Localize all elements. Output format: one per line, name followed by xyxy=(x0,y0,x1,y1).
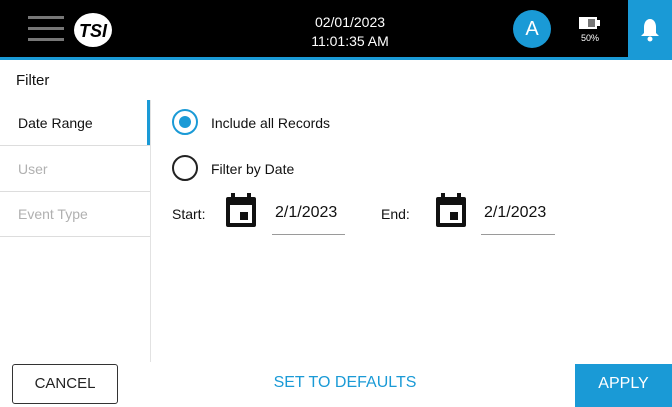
end-date-field[interactable]: 2/1/2023 xyxy=(484,204,546,222)
filter-by-date-label: Filter by Date xyxy=(211,161,295,177)
date-text: 02/01/2023 xyxy=(314,14,386,30)
battery-percent: 50% xyxy=(580,33,599,43)
include-all-label: Include all Records xyxy=(211,115,331,131)
sidebar-divider xyxy=(150,100,151,362)
divider xyxy=(0,236,150,237)
sidebar-item-user[interactable]: User xyxy=(0,146,150,192)
start-date-label: Start: xyxy=(172,206,206,222)
tsi-logo-icon: TSI xyxy=(74,13,112,47)
set-to-defaults-button[interactable]: SET TO DEFAULTS xyxy=(235,374,455,392)
header-accent-line xyxy=(0,57,672,60)
filter-by-date-radio[interactable] xyxy=(172,155,198,181)
notification-bell-icon xyxy=(641,19,659,42)
end-calendar-icon[interactable] xyxy=(434,193,468,229)
include-all-radio[interactable] xyxy=(172,109,198,135)
sidebar-item-label: Date Range xyxy=(18,115,93,131)
page-title: Filter xyxy=(16,72,50,89)
date-time-display: 02/01/2023 11:01:35 AM xyxy=(290,13,410,51)
svg-text:TSI: TSI xyxy=(79,21,108,41)
start-date-field[interactable]: 2/1/2023 xyxy=(275,204,337,222)
notification-button[interactable] xyxy=(628,0,672,60)
user-avatar[interactable]: A xyxy=(513,10,551,48)
end-date-label: End: xyxy=(381,206,410,222)
sidebar-item-event-type[interactable]: Event Type xyxy=(0,191,150,237)
time-text: 11:01:35 AM xyxy=(311,33,389,49)
cancel-button[interactable]: CANCEL xyxy=(12,364,118,404)
apply-button[interactable]: APPLY xyxy=(575,364,672,407)
battery-icon xyxy=(579,17,600,29)
hamburger-menu-icon[interactable] xyxy=(28,16,64,42)
sidebar-item-label: User xyxy=(18,161,48,177)
start-calendar-icon[interactable] xyxy=(224,193,258,229)
sidebar-item-date-range[interactable]: Date Range xyxy=(0,100,150,146)
end-date-underline xyxy=(481,234,555,235)
sidebar-item-label: Event Type xyxy=(18,206,88,222)
start-date-underline xyxy=(272,234,345,235)
top-bar: TSI 02/01/2023 11:01:35 AM A 50% xyxy=(0,0,672,57)
